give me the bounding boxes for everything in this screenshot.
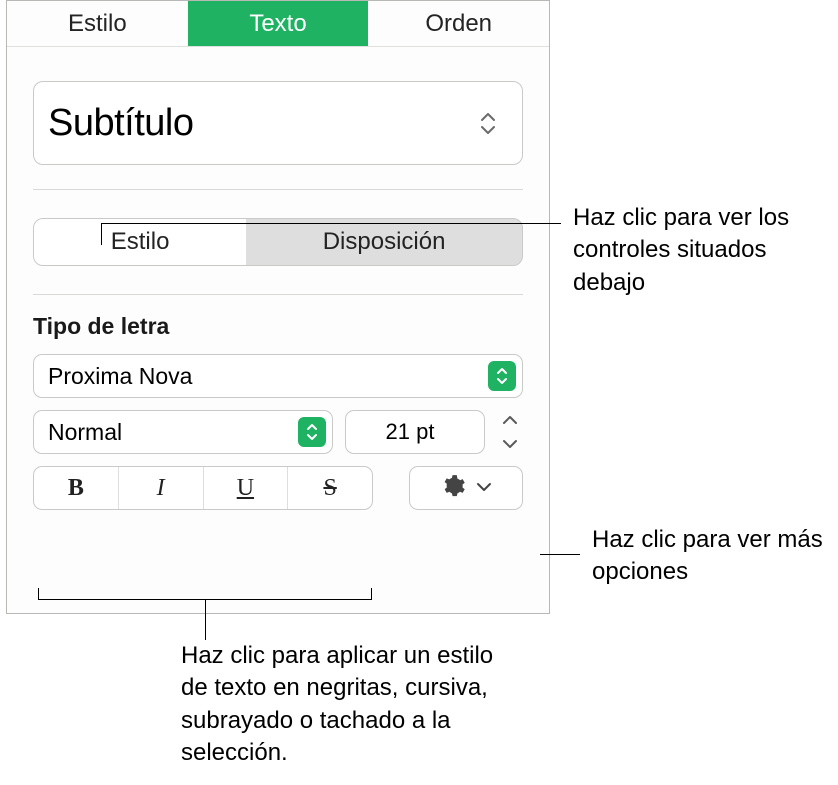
text-format-segment: B I U S bbox=[33, 466, 373, 510]
gear-icon bbox=[440, 473, 466, 504]
subtab-style[interactable]: Estilo bbox=[34, 219, 246, 265]
font-size-value: 21 pt bbox=[386, 419, 435, 445]
callout-line bbox=[101, 223, 102, 245]
chevron-down-icon bbox=[476, 479, 492, 497]
font-size-field[interactable]: 21 pt bbox=[345, 410, 485, 454]
paragraph-style-label: Subtítulo bbox=[48, 102, 194, 145]
callout-subtabs: Haz clic para ver los controles situados… bbox=[573, 202, 835, 299]
strikethrough-button[interactable]: S bbox=[288, 467, 372, 509]
font-family-value: Proxima Nova bbox=[48, 363, 192, 390]
popup-button-icon bbox=[488, 361, 516, 391]
divider bbox=[33, 294, 523, 295]
chevron-updown-icon bbox=[480, 112, 496, 135]
callout-bracket bbox=[38, 588, 372, 600]
paragraph-style-popup[interactable]: Subtítulo bbox=[33, 81, 523, 165]
callout-format: Haz clic para aplicar un estilo de texto… bbox=[181, 640, 521, 770]
tab-style[interactable]: Estilo bbox=[7, 1, 188, 46]
bold-button[interactable]: B bbox=[34, 467, 119, 509]
underline-button[interactable]: U bbox=[204, 467, 289, 509]
font-size-step-down[interactable] bbox=[497, 434, 523, 454]
tab-order[interactable]: Orden bbox=[368, 1, 549, 46]
advanced-options-popup[interactable] bbox=[409, 466, 523, 510]
callout-line bbox=[101, 223, 561, 224]
italic-button[interactable]: I bbox=[119, 467, 204, 509]
callout-line bbox=[540, 554, 580, 555]
font-weight-popup[interactable]: Normal bbox=[33, 410, 333, 454]
top-tab-bar: Estilo Texto Orden bbox=[7, 1, 549, 47]
tab-text[interactable]: Texto bbox=[188, 1, 369, 46]
text-subtabs: Estilo Disposición bbox=[33, 218, 523, 266]
callout-line bbox=[205, 600, 206, 640]
font-weight-value: Normal bbox=[48, 419, 122, 446]
font-section-label: Tipo de letra bbox=[7, 313, 549, 340]
popup-button-icon bbox=[298, 417, 326, 447]
font-size-step-up[interactable] bbox=[497, 410, 523, 430]
subtab-layout[interactable]: Disposición bbox=[246, 219, 522, 265]
callout-gear: Haz clic para ver más opciones bbox=[592, 524, 832, 589]
font-family-popup[interactable]: Proxima Nova bbox=[33, 354, 523, 398]
